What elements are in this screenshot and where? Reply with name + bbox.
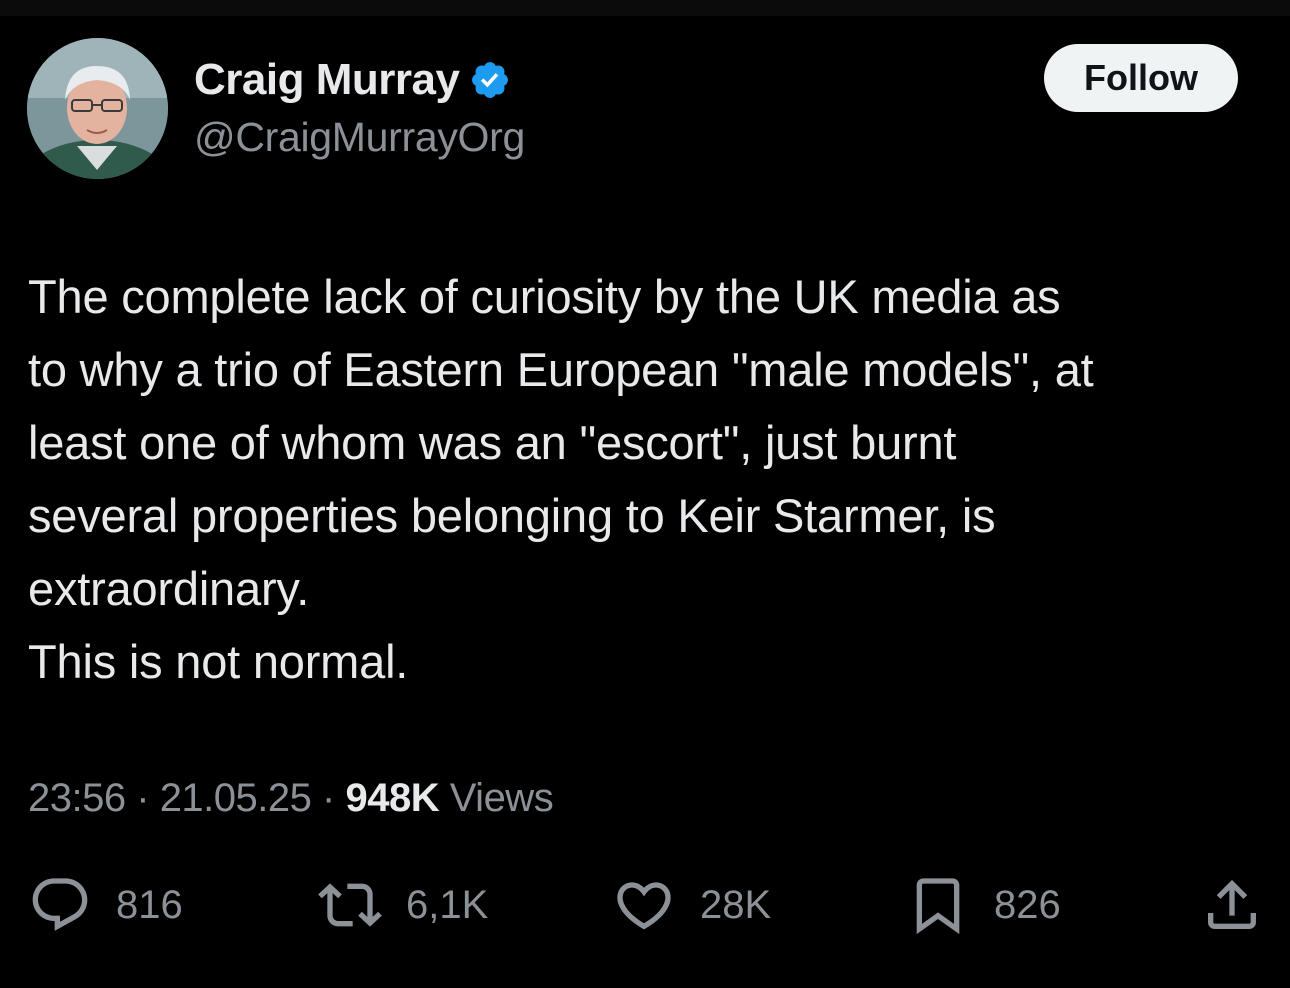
tweet-text: The complete lack of curiosity by the UK… bbox=[28, 270, 1094, 688]
views-count: 948K bbox=[345, 776, 440, 820]
author-handle[interactable]: @CraigMurrayOrg bbox=[194, 114, 525, 161]
heart-icon bbox=[617, 882, 671, 930]
views-label: Views bbox=[449, 776, 554, 820]
author-name-row: Craig Murray bbox=[194, 52, 511, 108]
top-edge-bar bbox=[0, 0, 1290, 16]
bookmark-button[interactable]: 826 bbox=[906, 872, 1061, 938]
repost-button[interactable]: 6,1K bbox=[318, 872, 488, 938]
reply-icon bbox=[32, 878, 88, 931]
repost-count: 6,1K bbox=[406, 882, 489, 927]
repost-icon bbox=[318, 883, 382, 927]
verified-badge-icon bbox=[472, 62, 509, 98]
avatar[interactable] bbox=[27, 38, 168, 179]
tweet-date[interactable]: 21.05.25 bbox=[160, 776, 312, 820]
tweet-meta: 23:56 · 21.05.25 · 948K Views bbox=[28, 776, 554, 821]
author-name[interactable]: Craig Murray bbox=[194, 55, 460, 105]
share-icon bbox=[1208, 879, 1256, 929]
like-button[interactable]: 28K bbox=[612, 872, 771, 938]
share-button[interactable] bbox=[1200, 872, 1264, 938]
avatar-photo bbox=[27, 38, 168, 179]
reply-button[interactable]: 816 bbox=[28, 872, 183, 938]
bookmark-count: 826 bbox=[994, 882, 1061, 927]
meta-separator: · bbox=[136, 776, 150, 820]
tweet-time[interactable]: 23:56 bbox=[28, 776, 126, 820]
like-count: 28K bbox=[700, 882, 772, 927]
bookmark-icon bbox=[916, 878, 960, 935]
meta-separator: · bbox=[322, 776, 335, 820]
reply-count: 816 bbox=[116, 882, 183, 927]
follow-button[interactable]: Follow bbox=[1044, 44, 1238, 112]
